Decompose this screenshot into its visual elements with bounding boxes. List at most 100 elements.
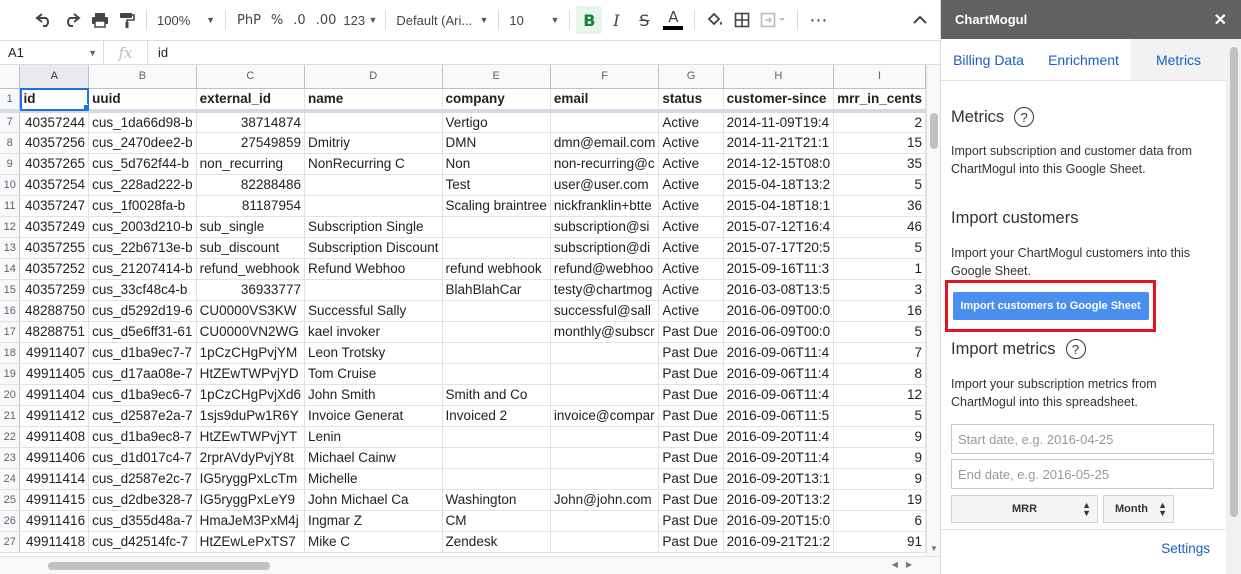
font-size-select[interactable]: 10 ▼ xyxy=(505,6,563,34)
cell[interactable]: 40357256 xyxy=(19,132,90,154)
cell[interactable]: sub_single xyxy=(196,216,305,238)
cell[interactable]: cus_d5292d19-6 xyxy=(88,300,197,322)
cell[interactable]: 5 xyxy=(833,237,926,259)
cell[interactable]: Past Due xyxy=(658,531,724,553)
column-header-b[interactable]: B xyxy=(88,65,197,89)
cell[interactable]: cus_21207414-b xyxy=(88,258,197,280)
column-header-i[interactable]: I xyxy=(833,65,926,89)
cell[interactable]: Subscription Single xyxy=(304,216,443,238)
cell[interactable]: 49911415 xyxy=(19,489,90,511)
row-number[interactable]: 1 xyxy=(0,88,21,113)
cell[interactable]: Michael Cainw xyxy=(304,447,443,469)
cell[interactable]: 8 xyxy=(833,363,926,385)
scrollbar-thumb[interactable] xyxy=(930,113,938,149)
cell[interactable]: 7 xyxy=(833,342,926,364)
cell[interactable]: 48288751 xyxy=(19,321,90,343)
cell[interactable]: Ingmar Z xyxy=(304,510,443,532)
cell[interactable] xyxy=(442,237,551,259)
cell[interactable]: 40357265 xyxy=(19,153,90,175)
cell[interactable]: subscription@di xyxy=(550,237,660,259)
cell[interactable]: Test xyxy=(442,174,551,196)
cell[interactable]: 35 xyxy=(833,153,926,175)
cell[interactable]: 49911414 xyxy=(19,468,90,490)
cell[interactable]: IG5ryggPxLcTm xyxy=(196,468,305,490)
import-customers-button[interactable]: Import customers to Google Sheet xyxy=(952,292,1149,320)
cell[interactable]: 49911404 xyxy=(19,384,90,406)
cell[interactable]: HmaJeM3PxM4j xyxy=(196,510,305,532)
cell[interactable]: 9 xyxy=(833,426,926,448)
cell[interactable]: cus_5d762f44-b xyxy=(88,153,197,175)
cell[interactable] xyxy=(550,468,660,490)
cell[interactable]: kael invoker xyxy=(304,321,443,343)
cell[interactable]: Lenin xyxy=(304,426,443,448)
cell[interactable]: cus_d2587e2a-7 xyxy=(88,405,197,427)
increase-decimal-button[interactable]: .00 xyxy=(311,6,342,34)
cell[interactable] xyxy=(304,279,443,301)
cell[interactable]: NonRecurring C xyxy=(304,153,443,175)
cell[interactable]: CU0000VN2WG xyxy=(196,321,305,343)
help-icon[interactable]: ? xyxy=(1014,107,1035,127)
row-number[interactable]: 8 xyxy=(0,132,21,154)
cell[interactable]: cus_d2dbe328-7 xyxy=(88,489,197,511)
more-options-icon[interactable]: ⋯ xyxy=(804,6,833,34)
cell[interactable]: 2016-09-06T11:4 xyxy=(723,363,835,385)
close-icon[interactable]: ✕ xyxy=(1214,10,1227,30)
cell[interactable]: Past Due xyxy=(658,426,724,448)
row-number[interactable]: 22 xyxy=(0,426,21,448)
metric-select[interactable]: MRR ▲ ▼ xyxy=(951,495,1098,523)
cell[interactable]: cus_2470dee2-b xyxy=(88,132,197,154)
cell[interactable]: Washington xyxy=(442,489,551,511)
cell[interactable]: Active xyxy=(658,111,724,133)
row-number[interactable]: 11 xyxy=(0,195,21,217)
column-header-h[interactable]: H xyxy=(723,65,835,89)
undo-icon[interactable] xyxy=(30,6,58,34)
cell[interactable]: 6 xyxy=(833,510,926,532)
cell[interactable]: CU0000VS3KW xyxy=(196,300,305,322)
cell[interactable]: 16 xyxy=(833,300,926,322)
cell[interactable]: Active xyxy=(658,237,724,259)
cell[interactable]: 9 xyxy=(833,447,926,469)
cell[interactable]: cus_d1ba9ec6-7 xyxy=(88,384,197,406)
cell[interactable]: Leon Trotsky xyxy=(304,342,443,364)
cell[interactable]: cus_d5e6ff31-61 xyxy=(88,321,197,343)
row-number[interactable]: 23 xyxy=(0,447,21,469)
column-header-e[interactable]: E xyxy=(442,65,551,89)
cell[interactable]: cus_d2587e2c-7 xyxy=(88,468,197,490)
scroll-arrows-icon[interactable]: ◀▶ xyxy=(892,560,920,569)
row-number[interactable]: 9 xyxy=(0,153,21,175)
cell[interactable]: Past Due xyxy=(658,510,724,532)
strikethrough-button[interactable]: S xyxy=(630,6,658,34)
collapse-toolbar-icon[interactable] xyxy=(908,6,932,34)
vertical-scrollbar[interactable]: ▼ xyxy=(926,65,940,556)
row-number[interactable]: 14 xyxy=(0,258,21,280)
cell[interactable]: Michelle xyxy=(304,468,443,490)
cell[interactable]: cus_228ad222-b xyxy=(88,174,197,196)
cell[interactable]: cus_d42514fc-7 xyxy=(88,531,197,553)
header-cell[interactable]: company xyxy=(442,88,551,113)
cell[interactable]: Active xyxy=(658,132,724,154)
header-cell[interactable]: status xyxy=(658,88,724,113)
tab-enrichment[interactable]: Enrichment xyxy=(1036,39,1131,80)
cell[interactable]: 5 xyxy=(833,405,926,427)
cell[interactable] xyxy=(442,426,551,448)
row-number[interactable]: 21 xyxy=(0,405,21,427)
cell[interactable]: 49911408 xyxy=(19,426,90,448)
cell[interactable]: IG5ryggPxLeY9 xyxy=(196,489,305,511)
cell[interactable]: 40357244 xyxy=(19,111,90,133)
row-number[interactable]: 10 xyxy=(0,174,21,196)
cell[interactable]: Past Due xyxy=(658,489,724,511)
paint-format-icon[interactable] xyxy=(114,6,140,34)
cell[interactable]: 49911405 xyxy=(19,363,90,385)
header-cell[interactable]: external_id xyxy=(196,88,305,113)
cell[interactable]: CM xyxy=(442,510,551,532)
cell[interactable] xyxy=(550,363,660,385)
select-all-corner[interactable] xyxy=(0,65,21,89)
cell[interactable]: 36 xyxy=(833,195,926,217)
column-header-a[interactable]: A xyxy=(19,65,90,89)
cell[interactable]: 2016-09-06T11:4 xyxy=(723,384,835,406)
cell[interactable] xyxy=(550,426,660,448)
cell[interactable]: Invoice Generat xyxy=(304,405,443,427)
column-header-g[interactable]: G xyxy=(658,65,724,89)
header-cell[interactable]: customer-since xyxy=(723,88,835,113)
row-number[interactable]: 25 xyxy=(0,489,21,511)
